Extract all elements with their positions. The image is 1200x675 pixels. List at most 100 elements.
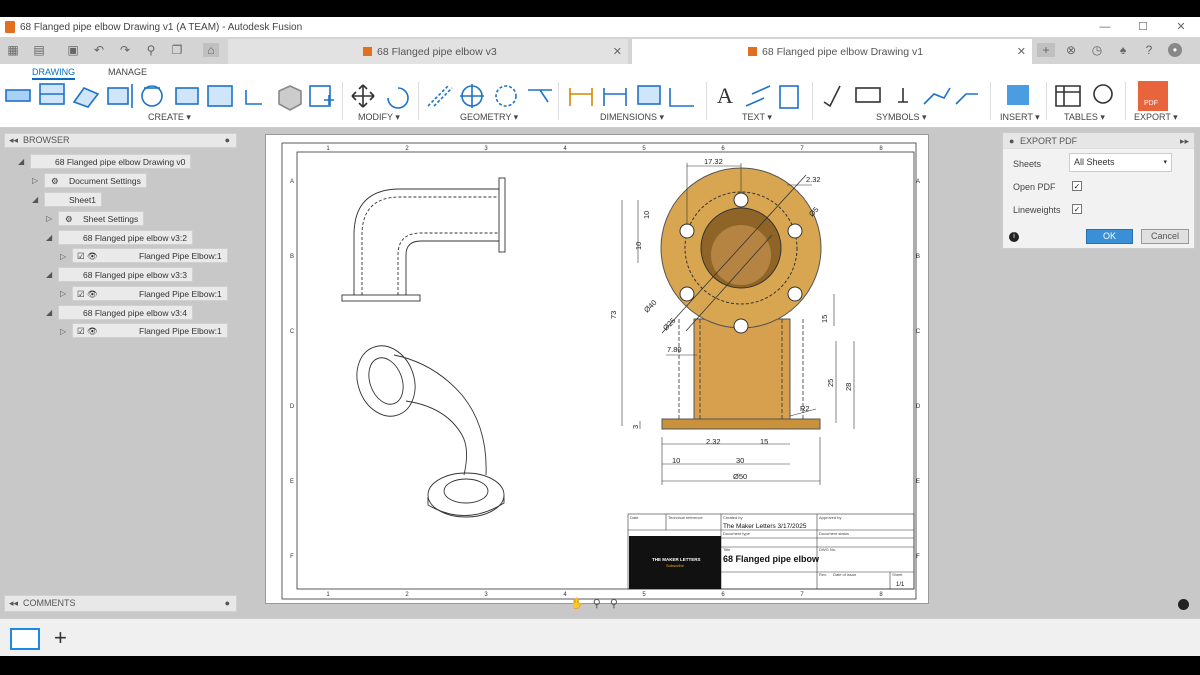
- help-icon[interactable]: ?: [1142, 43, 1156, 57]
- isometric-view: [356, 345, 505, 518]
- undo-icon[interactable]: ↶: [92, 43, 106, 57]
- view-cube-icon[interactable]: [1178, 599, 1189, 610]
- zone-row-label: A: [290, 179, 294, 185]
- lineweights-checkbox[interactable]: ✓: [1072, 204, 1082, 214]
- drawing-canvas: 12345678 12345678 ABCDEF ABCDEF 17.32 2.…: [281, 142, 921, 600]
- drawing-sheet[interactable]: 12345678 12345678 ABCDEF ABCDEF 17.32 2.…: [265, 134, 929, 604]
- expand-icon[interactable]: ▷: [46, 214, 52, 223]
- group-export[interactable]: EXPORT ▾: [1134, 112, 1178, 123]
- ok-button[interactable]: OK: [1086, 229, 1133, 244]
- group-tables[interactable]: TABLES ▾: [1064, 112, 1105, 123]
- expand-icon[interactable]: ◢: [18, 157, 24, 166]
- sheet-thumbnail[interactable]: [10, 628, 40, 650]
- zoom-window-icon[interactable]: ⚲: [610, 598, 618, 610]
- browser-item-view-2[interactable]: 68 Flanged pipe elbow v3:3: [58, 267, 193, 282]
- pan-icon[interactable]: ✋: [570, 598, 584, 610]
- dim-label: 3: [631, 425, 640, 429]
- browser-title: BROWSER: [23, 135, 70, 145]
- navigation-bar: ✋ ⚲ ⚲: [570, 597, 618, 610]
- expand-icon[interactable]: ◢: [46, 270, 52, 279]
- pin-icon[interactable]: ●: [225, 596, 230, 611]
- browser-item-sheet-settings[interactable]: ⚙ Sheet Settings: [58, 211, 145, 226]
- browser-item-component-2[interactable]: ☑ 👁 Flanged Pipe Elbow:1: [72, 286, 228, 301]
- close-tab-icon[interactable]: ✕: [1017, 45, 1026, 58]
- visibility-checkbox[interactable]: ☑ 👁: [77, 287, 98, 302]
- tab-model[interactable]: 68 Flanged pipe elbow v3 ✕: [228, 39, 628, 64]
- browser-item-view-1[interactable]: 68 Flanged pipe elbow v3:2: [58, 230, 193, 245]
- zone-row-label: E: [290, 479, 294, 485]
- browser-item-component-3[interactable]: ☑ 👁 Flanged Pipe Elbow:1: [72, 323, 228, 338]
- browser-item-view-3[interactable]: 68 Flanged pipe elbow v3:4: [58, 305, 193, 320]
- group-modify[interactable]: MODIFY ▾: [358, 112, 400, 123]
- expand-icon[interactable]: ▷: [60, 327, 66, 336]
- dim-label: Ø50: [733, 472, 747, 481]
- close-window-icon[interactable]: ✕: [1162, 17, 1200, 37]
- tab-drawing[interactable]: 68 Flanged pipe elbow Drawing v1 ✕: [632, 39, 1032, 64]
- zone-col-label: 7: [800, 146, 804, 152]
- minimize-icon[interactable]: —: [1086, 17, 1124, 37]
- extensions-icon[interactable]: ⊗: [1064, 43, 1078, 57]
- maximize-icon[interactable]: ☐: [1124, 17, 1162, 37]
- cancel-button[interactable]: Cancel: [1141, 229, 1189, 244]
- browser-item-component-1[interactable]: ☑ 👁 Flanged Pipe Elbow:1: [72, 248, 228, 263]
- expand-dialog-icon[interactable]: ▸▸: [1180, 133, 1189, 149]
- dialog-icon: ●: [1009, 136, 1015, 146]
- zone-row-label: C: [290, 329, 295, 335]
- expand-icon[interactable]: ▷: [32, 176, 38, 185]
- expand-icon[interactable]: ▷: [60, 252, 66, 261]
- svg-text:Document status: Document status: [819, 531, 849, 536]
- avatar[interactable]: •: [1168, 43, 1182, 57]
- dim-label: 73: [609, 311, 618, 319]
- browser-item-document-settings[interactable]: ⚙ Document Settings: [44, 173, 147, 188]
- group-geometry[interactable]: GEOMETRY ▾: [460, 112, 518, 123]
- home-icon[interactable]: ⌂: [203, 43, 219, 57]
- zoom-icon[interactable]: ⚲: [593, 598, 601, 610]
- visibility-checkbox[interactable]: ☑ 👁: [77, 324, 98, 339]
- zone-col-label: 8: [879, 592, 883, 598]
- new-tab-icon[interactable]: +: [1037, 43, 1055, 57]
- group-text[interactable]: TEXT ▾: [742, 112, 772, 123]
- info-icon[interactable]: i: [1009, 232, 1019, 242]
- app-grid-icon[interactable]: ▦: [6, 43, 20, 57]
- svg-text:A: A: [717, 83, 733, 108]
- sheets-dropdown[interactable]: All Sheets ▾: [1069, 153, 1172, 172]
- collapse-icon[interactable]: ◂◂: [9, 134, 18, 147]
- expand-icon[interactable]: ◢: [32, 195, 38, 204]
- group-insert[interactable]: INSERT ▾: [1000, 112, 1040, 123]
- visibility-checkbox[interactable]: ☑ 👁: [77, 249, 98, 264]
- svg-text:Technical reference: Technical reference: [668, 515, 703, 520]
- zone-row-label: B: [290, 254, 294, 260]
- job-status-icon[interactable]: ◷: [1090, 43, 1104, 57]
- dim-label: 2.32: [706, 437, 721, 446]
- save-icon[interactable]: ▣: [66, 43, 80, 57]
- expand-icon[interactable]: ▷: [60, 289, 66, 298]
- notifications-icon[interactable]: ♠: [1116, 43, 1130, 57]
- lineweights-label: Lineweights: [1013, 205, 1061, 215]
- close-tab-icon[interactable]: ✕: [613, 45, 622, 58]
- zone-col-label: 6: [721, 592, 725, 598]
- svg-text:DWG No.: DWG No.: [819, 547, 836, 552]
- expand-icon[interactable]: ◢: [46, 308, 52, 317]
- open-pdf-checkbox[interactable]: ✓: [1072, 181, 1082, 191]
- pin-icon[interactable]: ●: [225, 134, 230, 147]
- group-create[interactable]: CREATE ▾: [148, 112, 191, 123]
- comments-panel-header[interactable]: ◂◂ COMMENTS ●: [4, 595, 237, 612]
- browser-item-root[interactable]: 68 Flanged pipe elbow Drawing v0: [30, 154, 192, 169]
- copy-icon[interactable]: ❐: [170, 43, 184, 57]
- file-icon[interactable]: ▤: [32, 43, 46, 57]
- redo-icon[interactable]: ↷: [118, 43, 132, 57]
- browser-panel-header[interactable]: ◂◂ BROWSER ●: [4, 133, 237, 148]
- expand-icon[interactable]: ◢: [46, 233, 52, 242]
- group-symbols[interactable]: SYMBOLS ▾: [876, 112, 927, 123]
- window-title: 68 Flanged pipe elbow Drawing v1 (A TEAM…: [20, 21, 303, 33]
- zone-row-label: B: [916, 254, 920, 260]
- divider: [1046, 82, 1047, 120]
- group-dimensions[interactable]: DIMENSIONS ▾: [600, 112, 664, 123]
- logo-subtext: Subscribe: [666, 563, 685, 568]
- tab-label: 68 Flanged pipe elbow v3: [377, 45, 497, 58]
- link-icon[interactable]: ⚲: [144, 43, 158, 57]
- add-sheet-icon[interactable]: +: [54, 625, 67, 651]
- collapse-icon[interactable]: ◂◂: [9, 596, 18, 611]
- browser-item-sheet1[interactable]: Sheet1: [44, 192, 102, 207]
- ribbon-toolbar: DRAWING MANAGE A PDF CREATE ▾ MODIFY ▾ G…: [0, 64, 1200, 128]
